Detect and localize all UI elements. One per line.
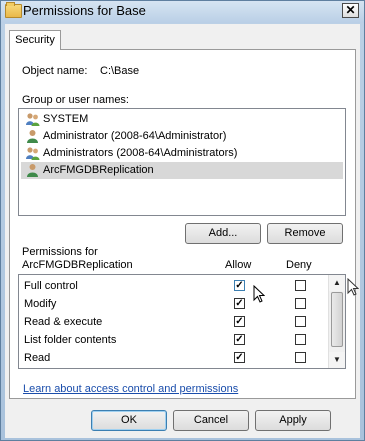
object-name-value: C:\Base <box>100 65 140 77</box>
deny-checkbox[interactable] <box>295 334 306 345</box>
dialog-client-area: Security Object name: C:\Base Group or u… <box>5 24 360 438</box>
list-item-selected[interactable]: ArcFMGDBReplication <box>21 162 343 179</box>
tab-security[interactable]: Security <box>9 30 61 50</box>
window-title: Permissions for Base <box>23 3 146 18</box>
list-item-label: Administrator (2008-64\Administrator) <box>43 130 227 142</box>
close-icon: ✕ <box>345 3 356 17</box>
permission-name: Modify <box>24 298 57 310</box>
allow-checkbox[interactable]: ✓ <box>234 280 245 291</box>
deny-column-header: Deny <box>286 259 312 271</box>
ok-button[interactable]: OK <box>91 410 167 431</box>
permissions-scrollbar[interactable]: ▲ ▼ <box>328 275 345 368</box>
group-users-icon <box>26 113 40 126</box>
cancel-button[interactable]: Cancel <box>173 410 249 431</box>
permissions-label-line2: ArcFMGDBReplication <box>22 259 133 271</box>
deny-checkbox[interactable] <box>295 316 306 327</box>
list-item[interactable]: Administrators (2008-64\Administrators) <box>21 145 343 162</box>
title-bar[interactable]: Permissions for Base ✕ <box>1 1 364 23</box>
permission-row: Read ✓ <box>19 350 329 368</box>
permission-name: Full control <box>24 280 78 292</box>
close-button[interactable]: ✕ <box>342 3 359 18</box>
scroll-down-icon[interactable]: ▼ <box>329 352 345 368</box>
deny-checkbox[interactable] <box>295 298 306 309</box>
permissions-list[interactable]: Full control ✓ Modify ✓ Read & execute ✓… <box>18 274 346 369</box>
mouse-cursor-shadow-icon <box>347 278 359 296</box>
folder-icon <box>5 2 22 18</box>
list-item-label: ArcFMGDBReplication <box>43 164 154 176</box>
permission-name: Read & execute <box>24 316 103 328</box>
mouse-cursor-icon <box>253 285 265 303</box>
allow-checkbox[interactable]: ✓ <box>234 316 245 327</box>
permissions-dialog: Permissions for Base ✕ Security Object n… <box>0 0 365 441</box>
group-user-list[interactable]: SYSTEM Administrator (2008-64\Administra… <box>18 108 346 216</box>
access-control-help-link[interactable]: Learn about access control and permissio… <box>23 383 238 395</box>
permissions-label-line1: Permissions for <box>22 246 98 258</box>
scroll-up-icon[interactable]: ▲ <box>329 275 345 291</box>
scroll-thumb[interactable] <box>331 292 343 347</box>
list-item[interactable]: SYSTEM <box>21 111 343 128</box>
object-name-label: Object name: <box>22 65 88 77</box>
list-item[interactable]: Administrator (2008-64\Administrator) <box>21 128 343 145</box>
allow-column-header: Allow <box>225 259 252 271</box>
apply-button[interactable]: Apply <box>255 410 331 431</box>
permission-name: Read <box>24 352 51 364</box>
allow-checkbox[interactable]: ✓ <box>234 298 245 309</box>
permission-row: Full control ✓ <box>19 278 329 296</box>
deny-checkbox[interactable] <box>295 280 306 291</box>
user-icon <box>27 164 38 177</box>
allow-checkbox[interactable]: ✓ <box>234 334 245 345</box>
group-names-label: Group or user names: <box>22 94 129 106</box>
add-button[interactable]: Add... <box>185 223 261 244</box>
remove-button[interactable]: Remove <box>267 223 343 244</box>
deny-checkbox[interactable] <box>295 352 306 363</box>
permission-row: List folder contents ✓ <box>19 332 329 350</box>
permission-row: Read & execute ✓ <box>19 314 329 332</box>
user-icon <box>27 130 38 143</box>
group-users-icon <box>26 147 40 160</box>
list-item-label: SYSTEM <box>43 113 89 125</box>
permission-row: Modify ✓ <box>19 296 329 314</box>
permission-name: List folder contents <box>24 334 117 346</box>
list-item-label: Administrators (2008-64\Administrators) <box>43 147 238 159</box>
allow-checkbox[interactable]: ✓ <box>234 352 245 363</box>
